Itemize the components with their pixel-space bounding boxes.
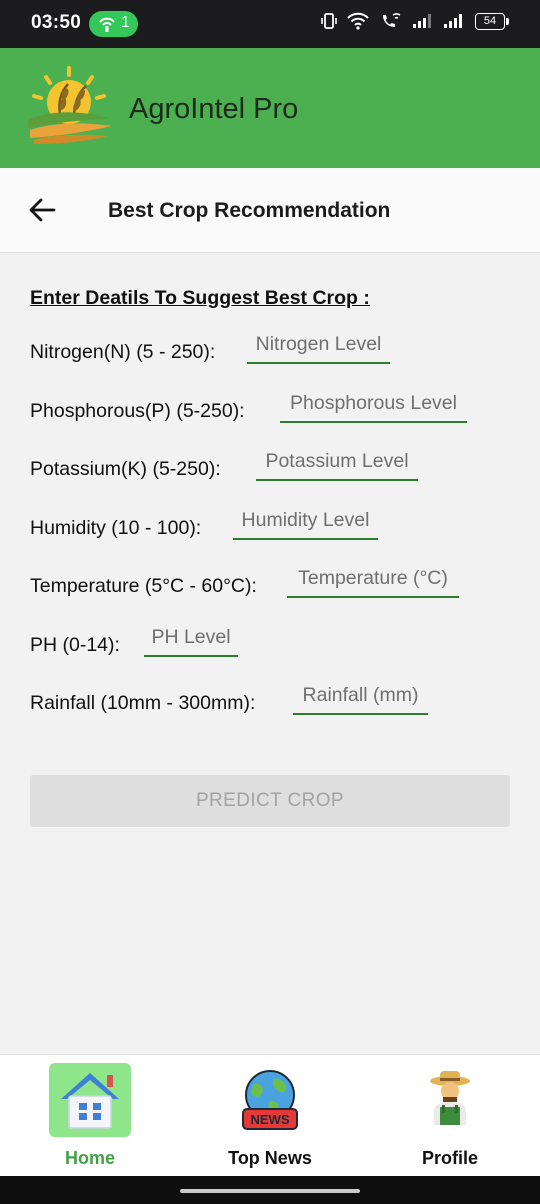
temperature-input[interactable]: [287, 567, 459, 598]
rainfall-input[interactable]: [293, 684, 428, 715]
status-icons: 54: [315, 12, 509, 36]
vibrate-icon: [320, 13, 337, 29]
ph-label: PH (0-14):: [30, 634, 120, 656]
nav-label-home: Home: [64, 1148, 115, 1168]
news-globe-icon: NEWS: [242, 1070, 298, 1130]
page-title: Best Crop Recommendation: [108, 199, 391, 222]
nav-news-wrap: NEWS: [229, 1063, 311, 1137]
signal-icon-sim2: [443, 14, 462, 28]
hotspot-icon: [99, 17, 115, 32]
wifi-icon: [347, 12, 369, 30]
nav-profile-wrap: [409, 1063, 491, 1137]
wifi-calling-icon: [382, 13, 401, 27]
phosphorous-label: Phosphorous(P) (5-250):: [30, 400, 245, 422]
battery-icon: 54: [475, 12, 509, 30]
nav-home-highlight: [49, 1063, 131, 1137]
hotspot-indicator: 1: [89, 11, 138, 37]
humidity-input[interactable]: [233, 509, 378, 540]
agro-logo-icon: [28, 66, 112, 144]
ph-input[interactable]: [144, 626, 238, 657]
status-bar: 03:50 1 54: [0, 0, 540, 48]
rainfall-label: Rainfall (10mm - 300mm):: [30, 692, 256, 714]
farmer-avatar-icon: [430, 1071, 470, 1125]
status-time: 03:50: [31, 12, 82, 33]
app-bar: AgroIntel Pro: [0, 48, 540, 168]
system-gesture-area: [0, 1176, 540, 1204]
nitrogen-label: Nitrogen(N) (5 - 250):: [30, 341, 216, 363]
home-icon: [61, 1073, 119, 1129]
hotspot-count: 1: [121, 14, 130, 31]
nav-label-profile: Profile: [421, 1148, 478, 1168]
nav-item-top-news[interactable]: NEWS Top News: [180, 1055, 360, 1177]
potassium-input[interactable]: [256, 450, 418, 481]
form-heading: Enter Deatils To Suggest Best Crop :: [30, 287, 370, 309]
page-toolbar: Best Crop Recommendation: [0, 168, 540, 253]
nav-item-profile[interactable]: Profile: [360, 1055, 540, 1177]
predict-crop-button[interactable]: PREDICT CROP: [30, 775, 510, 827]
temperature-label: Temperature (5°C - 60°C):: [30, 575, 257, 597]
phosphorous-input[interactable]: [280, 392, 467, 423]
app-title: AgroIntel Pro: [129, 93, 299, 125]
back-button[interactable]: [22, 192, 62, 228]
nitrogen-input[interactable]: [247, 333, 390, 364]
humidity-label: Humidity (10 - 100):: [30, 517, 202, 539]
signal-icon-sim1: [413, 14, 432, 28]
news-badge-text: NEWS: [251, 1112, 290, 1127]
nav-label-top-news: Top News: [228, 1148, 312, 1168]
bottom-navigation: Home NEWS Top News Profile: [0, 1054, 540, 1177]
gesture-handle[interactable]: [180, 1189, 360, 1193]
potassium-label: Potassium(K) (5-250):: [30, 458, 221, 480]
arrow-left-icon: [29, 198, 56, 222]
nav-item-home[interactable]: Home: [0, 1055, 180, 1177]
